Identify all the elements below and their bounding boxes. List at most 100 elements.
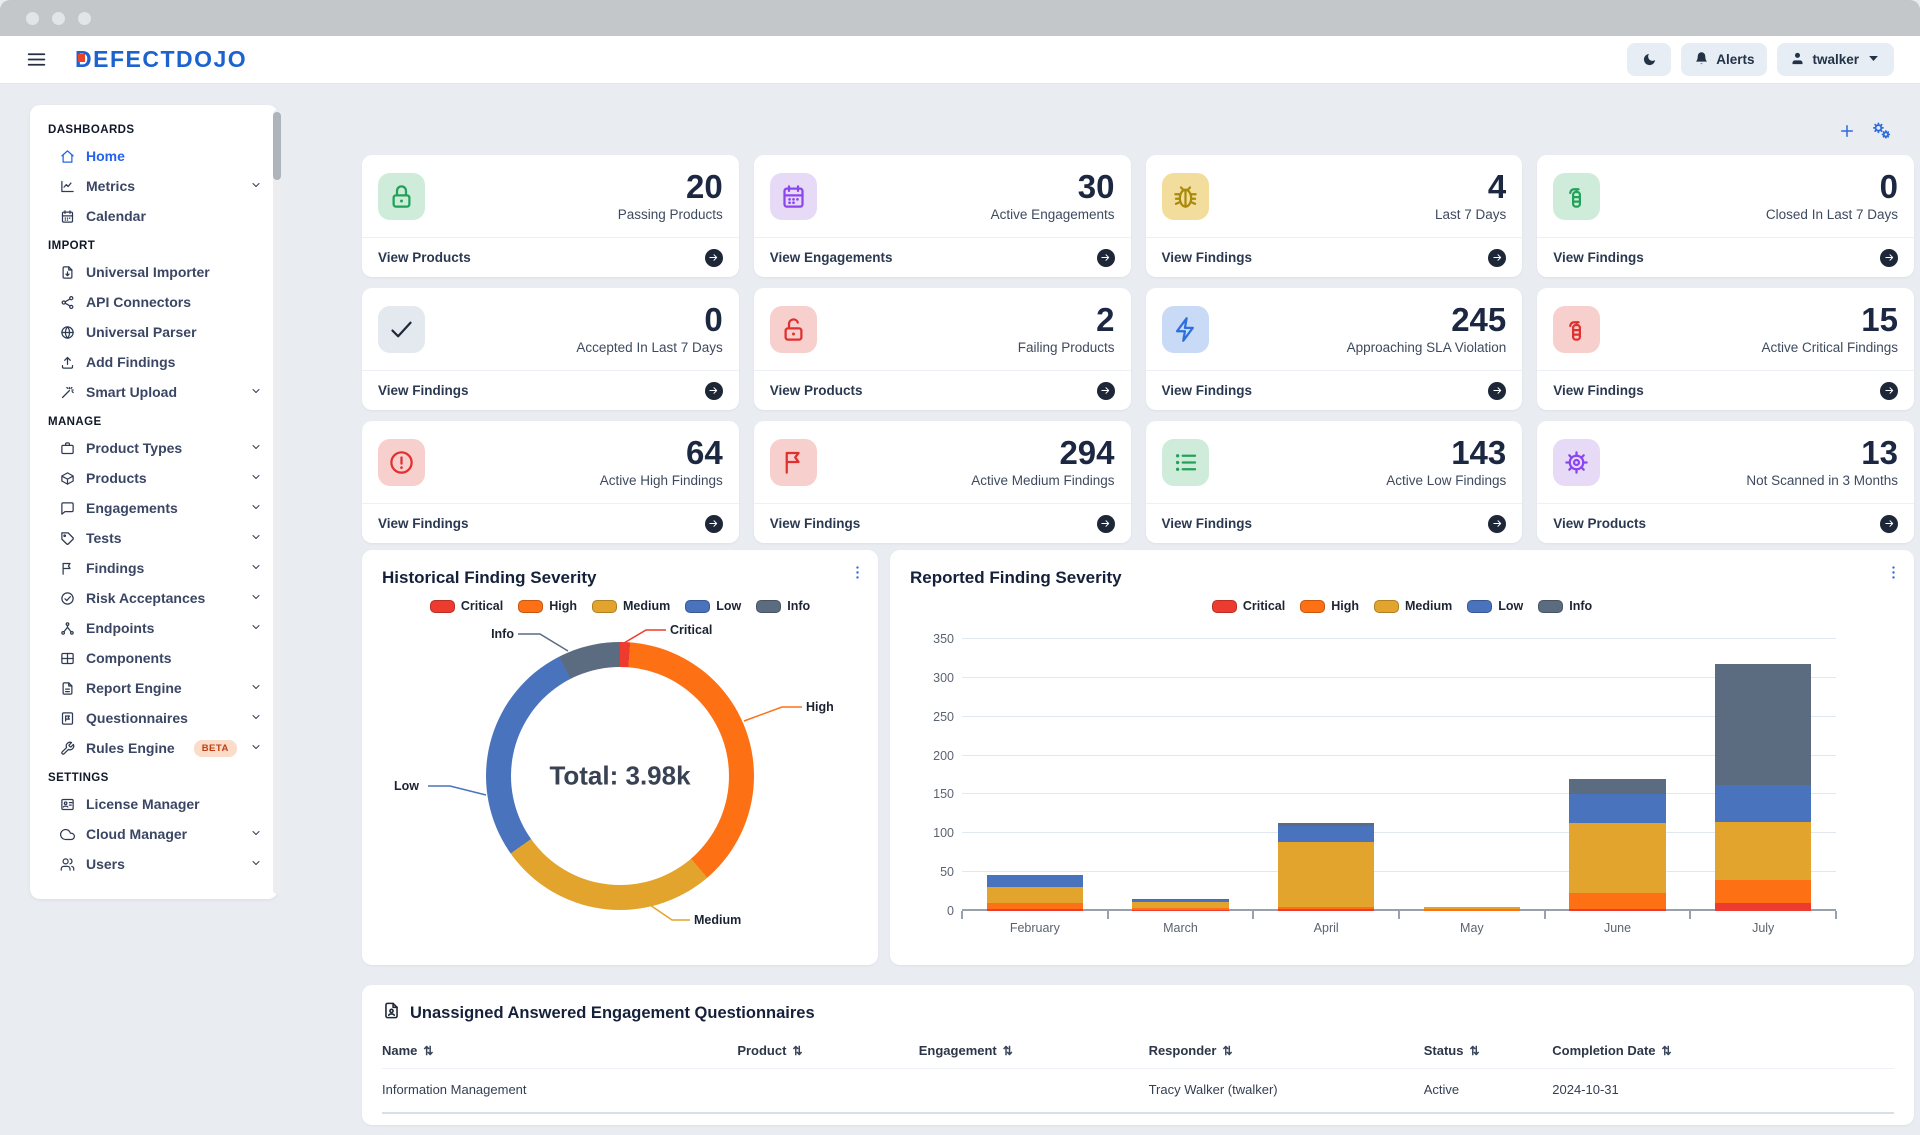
column-header-completion-date[interactable]: Completion Date⇅ [1552, 1043, 1894, 1058]
window-control-icon[interactable] [78, 12, 91, 25]
stat-card-body: 64Active High Findings [362, 421, 739, 503]
sidebar-item-cloud-manager[interactable]: Cloud Manager [30, 819, 278, 849]
column-header-name[interactable]: Name⇅ [382, 1043, 737, 1058]
sidebar-item-questionnaires[interactable]: Questionnaires [30, 703, 278, 733]
sort-icon[interactable]: ⇅ [792, 1044, 802, 1058]
stat-card-footer-link[interactable]: View Findings [1146, 503, 1523, 543]
stat-card-icon-tile [1162, 306, 1209, 353]
legend-item-low[interactable]: Low [1467, 599, 1523, 613]
sort-icon[interactable]: ⇅ [1662, 1044, 1672, 1058]
x-axis-category-label: July [1690, 921, 1836, 935]
column-header-product[interactable]: Product⇅ [737, 1043, 918, 1058]
bug-icon [1172, 183, 1199, 210]
sidebar-item-smart-upload[interactable]: Smart Upload [30, 377, 278, 407]
sort-icon[interactable]: ⇅ [1222, 1044, 1232, 1058]
gear-icon [1563, 449, 1590, 476]
sidebar-item-api-connectors[interactable]: API Connectors [30, 287, 278, 317]
legend-item-critical[interactable]: Critical [1212, 599, 1285, 613]
configure-dashboard-button[interactable] [1871, 120, 1892, 141]
window-control-icon[interactable] [26, 12, 39, 25]
dark-mode-toggle[interactable] [1627, 43, 1671, 76]
sidebar-item-products[interactable]: Products [30, 463, 278, 493]
sidebar-item-rules-engine[interactable]: Rules EngineBETA [30, 733, 278, 763]
sidebar-item-label: Products [86, 470, 147, 486]
stat-card-metric: 30Active Engagements [991, 170, 1115, 222]
stat-card-body: 30Active Engagements [754, 155, 1131, 237]
stat-card-footer-link[interactable]: View Findings [1146, 237, 1523, 277]
sidebar-item-home[interactable]: Home [30, 141, 278, 171]
stat-card-footer-link[interactable]: View Findings [362, 370, 739, 410]
x-axis-category-label: May [1399, 921, 1545, 935]
table-row[interactable]: Information ManagementTracy Walker (twal… [382, 1069, 1894, 1114]
stat-card-footer-link[interactable]: View Findings [1146, 370, 1523, 410]
y-axis-tick-label: 300 [914, 671, 954, 685]
table-title-row: Unassigned Answered Engagement Questionn… [382, 1001, 1894, 1025]
bar-slot [1108, 639, 1254, 911]
sidebar-item-calendar[interactable]: Calendar [30, 201, 278, 231]
stat-card-footer-link[interactable]: View Findings [1537, 370, 1914, 410]
scrollbar-thumb[interactable] [273, 112, 281, 180]
sidebar-item-users[interactable]: Users [30, 849, 278, 879]
legend-item-info[interactable]: Info [1538, 599, 1592, 613]
chevron-icon [250, 591, 262, 603]
stat-footer-label: View Findings [378, 516, 469, 531]
chevron-icon [250, 827, 262, 839]
stat-card-footer-link[interactable]: View Findings [754, 503, 1131, 543]
stat-card-footer-link[interactable]: View Engagements [754, 237, 1131, 277]
dashboard-actions [1838, 120, 1892, 141]
chart-menu-button[interactable] [849, 564, 866, 584]
stat-card-metric: 64Active High Findings [600, 436, 723, 488]
sort-icon[interactable]: ⇅ [1003, 1044, 1013, 1058]
sidebar-item-endpoints[interactable]: Endpoints [30, 613, 278, 643]
dashboard-content: DASHBOARDSHomeMetricsCalendarIMPORTUnive… [0, 84, 1920, 1135]
legend-item-info[interactable]: Info [756, 599, 810, 613]
column-header-engagement[interactable]: Engagement⇅ [919, 1043, 1149, 1058]
menu-button[interactable] [26, 49, 47, 70]
stat-label: Active Engagements [991, 207, 1115, 222]
stat-card-metric: 2Failing Products [1018, 303, 1115, 355]
sidebar-item-license-manager[interactable]: License Manager [30, 789, 278, 819]
sidebar-scrollbar[interactable] [273, 110, 281, 894]
column-header-responder[interactable]: Responder⇅ [1149, 1043, 1424, 1058]
bar-segment-medium [1569, 823, 1665, 893]
stat-card-footer-link[interactable]: View Products [362, 237, 739, 277]
bell-icon [1694, 51, 1709, 69]
sidebar-item-product-types[interactable]: Product Types [30, 433, 278, 463]
sidebar-item-add-findings[interactable]: Add Findings [30, 347, 278, 377]
sort-icon[interactable]: ⇅ [423, 1044, 433, 1058]
sidebar-item-universal-parser[interactable]: Universal Parser [30, 317, 278, 347]
app-logo[interactable]: DEFECTDOJO [75, 46, 247, 73]
column-header-status[interactable]: Status⇅ [1424, 1043, 1553, 1058]
stat-card-footer-link[interactable]: View Products [1537, 503, 1914, 543]
sidebar-item-engagements[interactable]: Engagements [30, 493, 278, 523]
legend-swatch [592, 600, 617, 613]
stat-value: 245 [1347, 303, 1507, 338]
stat-card-icon-tile [1162, 173, 1209, 220]
beta-badge: BETA [194, 740, 237, 757]
sidebar-item-components[interactable]: Components [30, 643, 278, 673]
add-widget-button[interactable] [1838, 122, 1856, 140]
legend-item-low[interactable]: Low [685, 599, 741, 613]
sidebar-item-findings[interactable]: Findings [30, 553, 278, 583]
legend-item-high[interactable]: High [518, 599, 577, 613]
stat-card-footer-link[interactable]: View Findings [1537, 237, 1914, 277]
stat-value: 2 [1018, 303, 1115, 338]
sort-icon[interactable]: ⇅ [1469, 1044, 1479, 1058]
chart-menu-button[interactable] [1885, 564, 1902, 584]
sidebar-item-risk-acceptances[interactable]: Risk Acceptances [30, 583, 278, 613]
alerts-button[interactable]: Alerts [1681, 43, 1767, 76]
sidebar-item-metrics[interactable]: Metrics [30, 171, 278, 201]
arrow-right-icon [708, 385, 719, 396]
chevron-icon [250, 711, 262, 723]
stat-card-footer-link[interactable]: View Products [754, 370, 1131, 410]
legend-item-medium[interactable]: Medium [592, 599, 670, 613]
user-menu-button[interactable]: twalker [1777, 43, 1894, 76]
sidebar-item-tests[interactable]: Tests [30, 523, 278, 553]
stat-card-footer-link[interactable]: View Findings [362, 503, 739, 543]
sidebar-item-report-engine[interactable]: Report Engine [30, 673, 278, 703]
legend-item-medium[interactable]: Medium [1374, 599, 1452, 613]
legend-item-high[interactable]: High [1300, 599, 1359, 613]
window-control-icon[interactable] [52, 12, 65, 25]
sidebar-item-universal-importer[interactable]: Universal Importer [30, 257, 278, 287]
legend-item-critical[interactable]: Critical [430, 599, 503, 613]
